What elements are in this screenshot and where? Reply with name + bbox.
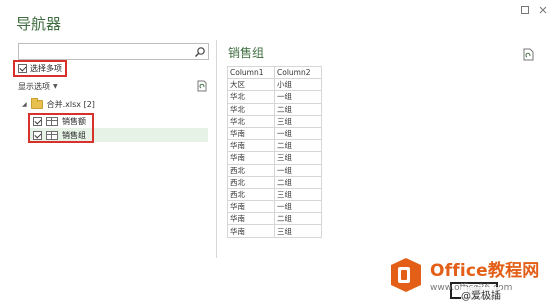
watermark-brand: Office教程网 [430, 261, 540, 281]
table-row: 大区 小组 [227, 78, 322, 92]
table-cell: 一组 [274, 163, 322, 177]
tree-root-workbook[interactable]: ◢ 合并.xlsx [2] [22, 98, 95, 110]
table-cell: 华南 [227, 200, 275, 214]
chevron-down-icon: ▼ [53, 83, 58, 90]
preview-title: 销售组 [228, 46, 265, 60]
tree-item-label: 销售组 [62, 131, 86, 140]
maximize-icon[interactable] [518, 4, 532, 16]
select-multiple-checkbox[interactable]: 选择多项 [13, 60, 67, 77]
table-cell: 三组 [274, 187, 322, 202]
refresh-icon[interactable] [196, 80, 208, 92]
table-cell: 二组 [274, 102, 322, 116]
table-row: 西北 二组 [227, 175, 322, 189]
table-row: 西北 三组 [227, 187, 322, 202]
dialog-title: 导航器 [16, 15, 62, 33]
table-row: 华北 一组 [227, 90, 322, 104]
table-cell: 二组 [274, 175, 322, 189]
column-header: Column2 [274, 65, 322, 80]
tree-item-sales-group[interactable]: 销售组 [33, 130, 86, 141]
folder-icon [30, 98, 43, 109]
table-cell: 华北 [227, 102, 275, 116]
table-row: 华北 三组 [227, 114, 322, 128]
table-cell: 一组 [274, 126, 322, 141]
table-cell: 华北 [227, 90, 275, 104]
table-cell: 华南 [227, 139, 275, 153]
display-options-dropdown[interactable]: 显示选项 ▼ [18, 81, 58, 92]
table-cell: 三组 [274, 151, 322, 165]
table-header-row: Column1 Column2 [227, 65, 322, 80]
table-row: 西北 一组 [227, 163, 322, 177]
table-icon [46, 117, 58, 126]
table-cell: 西北 [227, 187, 275, 202]
table-cell: 华南 [227, 126, 275, 141]
table-cell: 西北 [227, 163, 275, 177]
table-cell: 一组 [274, 90, 322, 104]
table-cell: 二组 [274, 139, 322, 153]
office-logo-icon [388, 257, 424, 293]
table-cell: 二组 [274, 212, 322, 226]
table-cell: 华南 [227, 212, 275, 226]
table-row: 华北 二组 [227, 102, 322, 116]
display-options-label: 显示选项 [18, 82, 50, 91]
preview-table: Column1 Column2 大区 小组 华北 一组 华北 二组 华北 三组 华南 一组… [227, 65, 322, 238]
table-row: 华南 二组 [227, 212, 322, 226]
column-header: Column1 [227, 65, 275, 80]
table-row: 华南 一组 [227, 200, 322, 214]
table-row: 华南 一组 [227, 126, 322, 141]
tree-root-label: 合并.xlsx [2] [46, 100, 95, 109]
table-cell: 华南 [227, 224, 275, 238]
search-icon[interactable] [194, 46, 206, 58]
table-row: 华南 三组 [227, 151, 322, 165]
table-cell: 一组 [274, 200, 322, 214]
checkbox-checked-icon[interactable] [33, 131, 42, 140]
collapse-triangle-icon[interactable]: ◢ [22, 101, 27, 108]
search-input[interactable] [18, 43, 209, 60]
select-multiple-label: 选择多项 [30, 64, 62, 73]
export-preview-icon[interactable] [523, 48, 534, 61]
pane-splitter[interactable] [216, 40, 217, 258]
close-icon[interactable] [536, 4, 550, 16]
tree-item-sales-amount[interactable]: 销售额 [33, 116, 86, 127]
table-icon [46, 131, 58, 140]
table-row: 华南 三组 [227, 224, 322, 238]
table-cell: 西北 [227, 175, 275, 189]
table-cell: 三组 [274, 224, 322, 238]
table-row: 华南 二组 [227, 139, 322, 153]
checkbox-checked-icon [18, 64, 27, 73]
watermark-handle: @爱极插 [461, 287, 501, 302]
table-cell: 华南 [227, 151, 275, 165]
table-cell: 大区 [227, 78, 275, 92]
table-cell: 小组 [274, 78, 322, 92]
checkbox-checked-icon[interactable] [33, 117, 42, 126]
tree-item-label: 销售额 [62, 117, 86, 126]
table-cell: 华北 [227, 114, 275, 128]
table-cell: 三组 [274, 114, 322, 128]
